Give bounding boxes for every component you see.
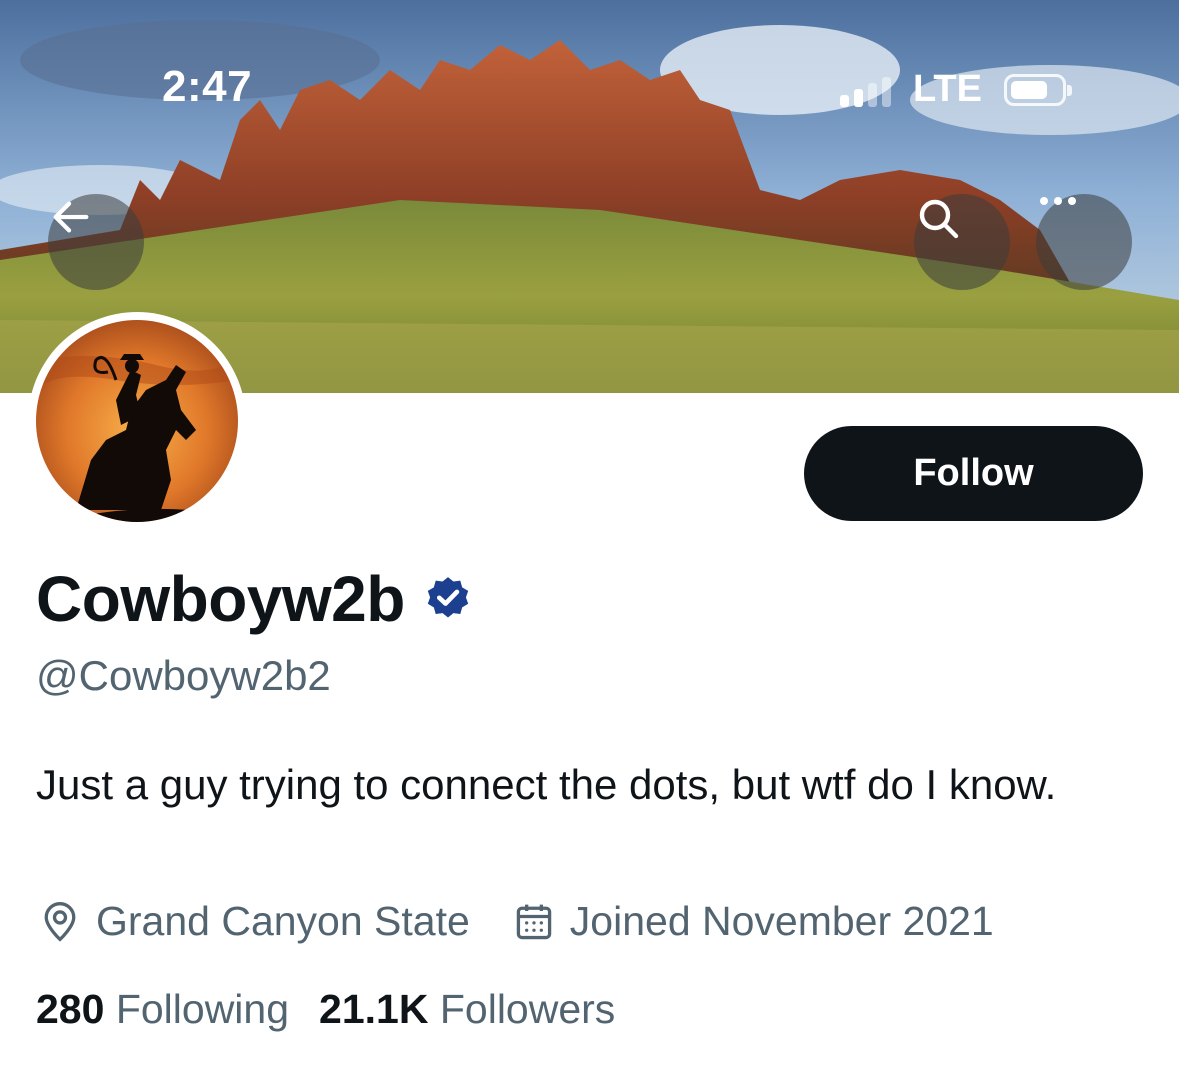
- status-bar-indicators: LTE: [840, 68, 1072, 111]
- profile-name-row: Cowboyw2b: [36, 562, 473, 636]
- location-item: Grand Canyon State: [38, 898, 470, 945]
- battery-icon: [1003, 73, 1072, 106]
- followers-link[interactable]: 21.1K Followers: [319, 986, 615, 1033]
- profile-bio: Just a guy trying to connect the dots, b…: [36, 761, 1057, 808]
- arrow-left-icon: [53, 201, 89, 233]
- search-icon: [919, 199, 959, 239]
- network-type-label: LTE: [913, 68, 982, 110]
- location-text: Grand Canyon State: [96, 898, 470, 944]
- location-pin-icon: [44, 901, 76, 942]
- display-name: Cowboyw2b: [36, 563, 405, 635]
- avatar-cowboy-image: [36, 320, 238, 522]
- followers-count: 21.1K: [319, 986, 429, 1032]
- follow-button[interactable]: Follow: [804, 426, 1143, 521]
- following-link[interactable]: 280 Following: [36, 986, 289, 1033]
- profile-meta: Grand Canyon State Joined November 2021: [38, 898, 1036, 945]
- joined-item: Joined November 2021: [512, 898, 994, 945]
- followers-label: Followers: [439, 986, 616, 1032]
- status-bar-time: 2:47: [162, 62, 253, 111]
- following-count: 280: [36, 986, 105, 1032]
- verified-badge-icon[interactable]: [423, 574, 473, 624]
- signal-strength-icon: [840, 73, 891, 107]
- user-handle: @Cowboyw2b2: [36, 652, 331, 699]
- more-options-button[interactable]: [1036, 194, 1132, 290]
- back-button[interactable]: [48, 194, 144, 290]
- profile-avatar[interactable]: [28, 312, 246, 530]
- profile-stats: 280 Following 21.1K Followers: [36, 986, 645, 1033]
- more-horizontal-icon: [1040, 197, 1076, 205]
- calendar-icon: [516, 904, 552, 939]
- following-label: Following: [115, 986, 290, 1032]
- search-button[interactable]: [914, 194, 1010, 290]
- joined-date-text: Joined November 2021: [569, 898, 994, 944]
